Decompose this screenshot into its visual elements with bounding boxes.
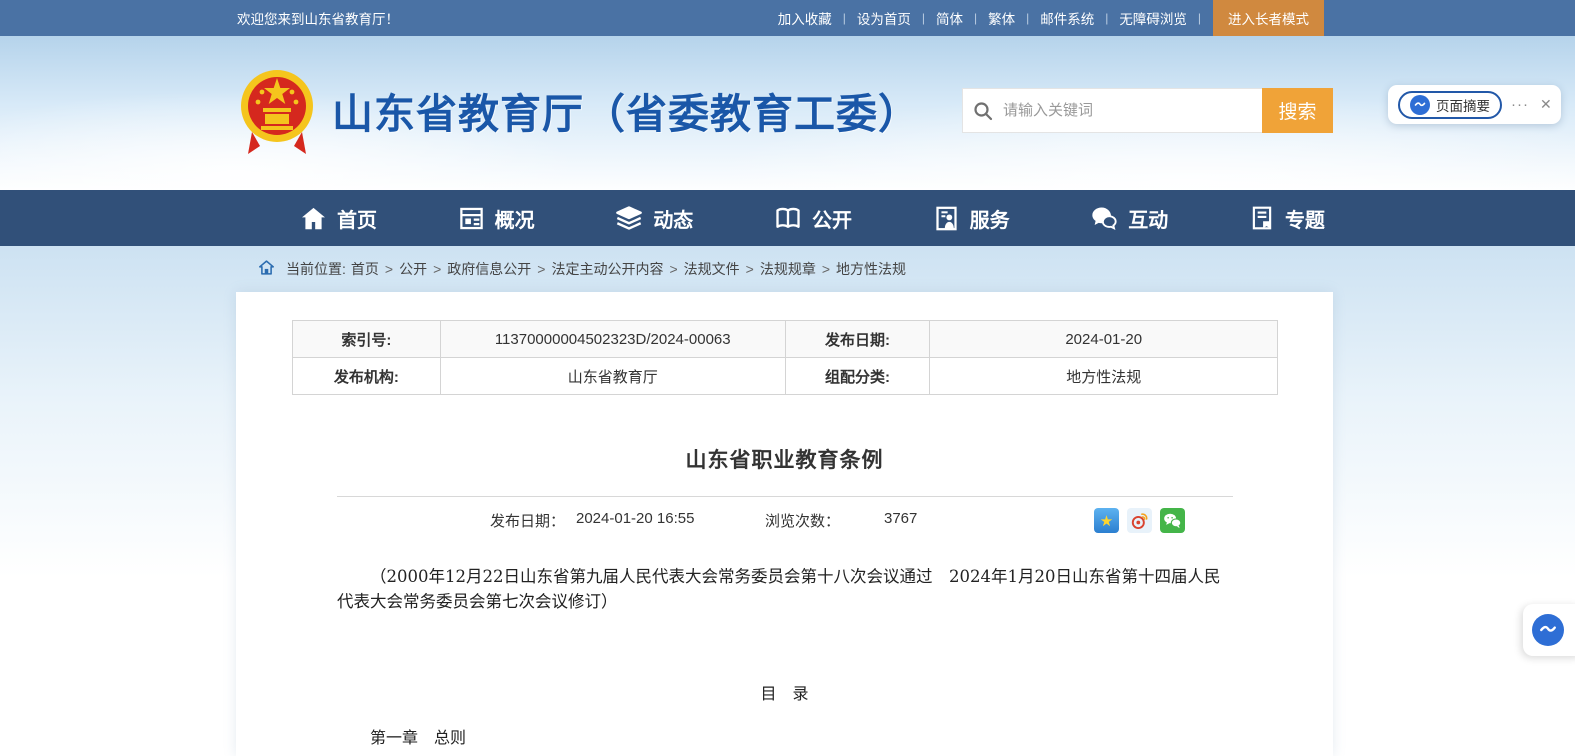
publish-date-label: 发布日期: [785, 321, 930, 358]
document-info-table: 索引号: 11370000004502323D/2024-00063 发布日期:… [292, 320, 1278, 395]
breadcrumb-separator: > [432, 261, 442, 277]
open-book-icon [774, 204, 802, 232]
topbar-link-traditional[interactable]: 繁体 [977, 8, 1026, 28]
search-icon [963, 89, 1003, 132]
views-label: 浏览次数： [765, 510, 840, 531]
publisher-value: 山东省教育厅 [440, 358, 785, 395]
breadcrumb: 当前位置: 首页 > 公开 > 政府信息公开 > 法定主动公开内容 > 法规文件… [258, 253, 908, 285]
nav-item-interaction[interactable]: 互动 [1090, 204, 1168, 233]
article-paragraph: （2000年12月22日山东省第九届人民代表大会常务委员会第十八次会议通过 20… [337, 564, 1233, 614]
breadcrumb-item-disclosure[interactable]: 公开 [397, 259, 429, 279]
nav-item-news[interactable]: 动态 [615, 204, 693, 233]
breadcrumb-separator: > [536, 261, 546, 277]
weibo-icon[interactable] [1127, 508, 1152, 533]
topics-icon [1249, 205, 1275, 231]
nav-label: 动态 [653, 204, 693, 233]
nav-label: 专题 [1285, 204, 1325, 233]
publish-date-meta-value: 2024-01-20 16:55 [576, 510, 694, 527]
article-meta: 发布日期： 2024-01-20 16:55 浏览次数： 3767 ★ [236, 504, 1333, 534]
nav-label: 首页 [337, 204, 377, 233]
welcome-text: 欢迎您来到山东省教育厅！ [237, 8, 399, 28]
home-icon [300, 205, 327, 232]
assistant-icon [1532, 614, 1564, 646]
search-input[interactable] [1003, 89, 1262, 132]
breadcrumb-item-statutory-content[interactable]: 法定主动公开内容 [549, 259, 665, 279]
breadcrumb-item-local-regulations[interactable]: 地方性法规 [834, 259, 908, 279]
page-summary-icon [1410, 95, 1430, 115]
close-icon[interactable]: ✕ [1540, 96, 1552, 113]
page-summary-widget: 页面摘要 ··· ✕ [1388, 85, 1561, 124]
interaction-icon [1090, 204, 1118, 232]
views-count: 3767 [884, 510, 917, 527]
topbar-link-add-favorite[interactable]: 加入收藏 [767, 8, 843, 28]
page-summary-label: 页面摘要 [1436, 95, 1490, 115]
topbar-link-simplified[interactable]: 简体 [925, 8, 974, 28]
table-row: 发布机构: 山东省教育厅 组配分类: 地方性法规 [293, 358, 1278, 395]
national-emblem-logo [238, 62, 316, 158]
nav-item-services[interactable]: 服务 [933, 204, 1010, 233]
breadcrumb-separator: > [745, 261, 755, 277]
title-divider [337, 496, 1233, 497]
toc-title: 目 录 [236, 680, 1333, 704]
index-number-value: 11370000004502323D/2024-00063 [440, 321, 785, 358]
nav-item-topics[interactable]: 专题 [1249, 204, 1325, 233]
breadcrumb-separator: > [668, 261, 678, 277]
page-summary-button[interactable]: 页面摘要 [1398, 91, 1502, 119]
share-buttons: ★ [1094, 508, 1185, 533]
nav-label: 公开 [812, 204, 852, 233]
main-nav: 首页 概况 动态 [0, 190, 1575, 246]
topbar-link-set-homepage[interactable]: 设为首页 [846, 8, 922, 28]
overview-icon [458, 205, 485, 232]
topbar-separator: | [1198, 11, 1201, 25]
nav-label: 服务 [970, 204, 1010, 233]
table-row: 索引号: 11370000004502323D/2024-00063 发布日期:… [293, 321, 1278, 358]
publisher-label: 发布机构: [293, 358, 441, 395]
breadcrumb-item-gov-info[interactable]: 政府信息公开 [445, 259, 533, 279]
publish-date-value: 2024-01-20 [930, 321, 1278, 358]
index-number-label: 索引号: [293, 321, 441, 358]
breadcrumb-separator: > [821, 261, 831, 277]
nav-item-home[interactable]: 首页 [300, 204, 377, 233]
nav-label: 概况 [495, 204, 535, 233]
breadcrumb-prefix: 当前位置: [286, 259, 346, 279]
topbar-link-accessibility[interactable]: 无障碍浏览 [1108, 8, 1198, 28]
publish-date-meta-label: 发布日期： [490, 510, 565, 531]
assistant-side-button[interactable] [1523, 604, 1575, 656]
nav-item-overview[interactable]: 概况 [458, 204, 535, 233]
wechat-icon[interactable] [1160, 508, 1185, 533]
article-title: 山东省职业教育条例 [236, 444, 1333, 474]
nav-label: 互动 [1128, 204, 1168, 233]
content-panel: 索引号: 11370000004502323D/2024-00063 发布日期:… [236, 292, 1333, 756]
search-button[interactable]: 搜索 [1262, 88, 1333, 133]
breadcrumb-item-home[interactable]: 首页 [349, 259, 381, 279]
breadcrumb-item-regulation-files[interactable]: 法规文件 [682, 259, 742, 279]
category-label: 组配分类: [785, 358, 930, 395]
breadcrumb-home-icon [258, 259, 275, 279]
site-header: 山东省教育厅（省委教育工委） 搜索 [0, 36, 1575, 190]
top-bar: 欢迎您来到山东省教育厅！ 加入收藏 | 设为首页 | 简体 | 繁体 | 邮件系… [0, 0, 1575, 36]
toc-item-chapter-1: 第一章 总则 [370, 724, 466, 748]
nav-item-disclosure[interactable]: 公开 [774, 204, 852, 233]
site-title: 山东省教育厅（省委教育工委） [332, 80, 920, 140]
breadcrumb-item-regulations[interactable]: 法规规章 [758, 259, 818, 279]
qzone-icon[interactable]: ★ [1094, 508, 1119, 533]
services-icon [933, 205, 960, 232]
elder-mode-button[interactable]: 进入长者模式 [1213, 0, 1324, 36]
category-value: 地方性法规 [930, 358, 1278, 395]
search-box: 搜索 [962, 88, 1333, 133]
topbar-links: 加入收藏 | 设为首页 | 简体 | 繁体 | 邮件系统 | 无障碍浏览 | 进… [767, 0, 1324, 36]
more-options-icon[interactable]: ··· [1511, 96, 1529, 113]
topbar-link-mail-system[interactable]: 邮件系统 [1029, 8, 1105, 28]
breadcrumb-separator: > [384, 261, 394, 277]
news-icon [615, 204, 643, 232]
